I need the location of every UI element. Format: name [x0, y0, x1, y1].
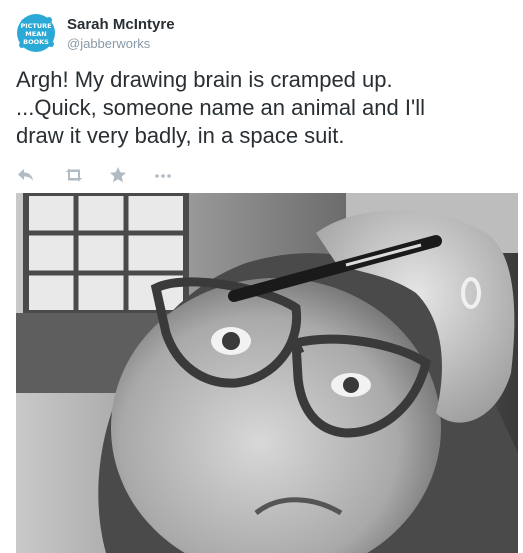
user-name[interactable]: Sarah McIntyre	[67, 16, 175, 33]
tweet-text-line: draw it very badly, in a space suit.	[16, 123, 345, 148]
tweet-text-line: Argh! My drawing brain is cramped up.	[16, 67, 393, 92]
favorite-icon[interactable]	[108, 165, 128, 185]
avatar-text-2: MEAN	[25, 30, 46, 38]
tweet-text-line: ...Quick, someone name an animal and I'l…	[16, 95, 425, 120]
avatar-text-1: PICTURE	[20, 22, 51, 30]
retweet-icon[interactable]	[63, 165, 83, 185]
tweet-text: Argh! My drawing brain is cramped up. ..…	[16, 66, 511, 150]
tweet-card: PICTURE MEAN BOOKS Sarah McIntyre @jabbe…	[0, 0, 523, 553]
user-handle[interactable]: @jabberworks	[67, 36, 150, 51]
reply-icon[interactable]	[16, 165, 36, 185]
avatar[interactable]: PICTURE MEAN BOOKS	[16, 13, 56, 53]
avatar-text-3: BOOKS	[23, 38, 49, 46]
tweet-actions	[16, 165, 173, 185]
tweet-photo[interactable]	[16, 193, 518, 553]
more-icon[interactable]	[153, 165, 173, 185]
